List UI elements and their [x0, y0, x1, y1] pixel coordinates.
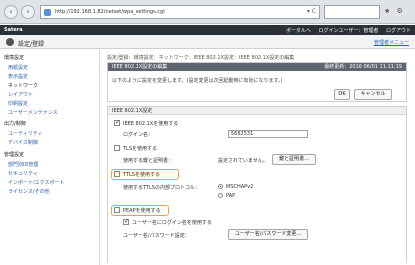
toolbar-icons[interactable]: ★ ⚙: [384, 7, 405, 15]
sidebar-item-paper[interactable]: 用紙設定: [8, 64, 28, 71]
settings-section-title: IEEE 802.1X設定: [108, 107, 406, 115]
tls-label: TLSを使用する: [123, 146, 158, 152]
edit-message: 以下のように設定を変更します。(設定変更は次回起動時に有効になります。): [112, 78, 283, 84]
edit-panel: IEEE 802.1X設定の編集 最終更新：2016 06/01 11:11:1…: [107, 62, 407, 102]
sidebar-item-utility[interactable]: ユーティリティ: [8, 130, 42, 137]
sidebar-section-preferences: 環境設定: [4, 55, 25, 61]
peap-checkbox[interactable]: [114, 207, 120, 213]
edit-panel-title: IEEE 802.1X設定の編集: [112, 64, 168, 70]
login-name-field[interactable]: 5682531: [228, 130, 308, 138]
sidebar-section-output: 出力/制御: [4, 121, 26, 127]
tls-checkbox[interactable]: [114, 145, 120, 151]
edit-panel-header: IEEE 802.1X設定の編集 最終更新：2016 06/01 11:11:1…: [108, 63, 406, 71]
sidebar-item-license[interactable]: ライセンス/その他: [8, 188, 50, 195]
ttls-protocol-label: 使用するTTLSの内部プロトコル：: [123, 185, 200, 191]
user-pass-label: ユーザー名/パスワード設定：: [123, 233, 190, 239]
login-user: ログインユーザー：管理者: [318, 28, 379, 34]
user-pass-button[interactable]: ユーザー名/パスワード変更...: [228, 229, 308, 240]
ttls-option-pap: PAP: [226, 193, 236, 199]
ttls-option-mschapv2: MSCHAPv2: [226, 184, 254, 190]
use-8021x-checkbox[interactable]: [114, 119, 120, 126]
breadcrumb: 設定/登録：環境設定：ネットワーク：IEEE 802.1X設定：IEEE 802…: [107, 55, 295, 61]
key-cert-value: 設定されていません。: [218, 158, 268, 164]
address-bar[interactable]: http://192.168.1.82/netset/wpa_settings.…: [40, 5, 320, 19]
sidebar-item-layout[interactable]: レイアウト: [8, 91, 33, 98]
settings-panel: IEEE 802.1X設定 IEEE 802.1Xを使用する ログイン名： 56…: [107, 106, 407, 263]
page-icon: [44, 9, 51, 16]
brand-logo: Satera: [4, 27, 23, 33]
edit-panel-body: 以下のように設定を変更します。(設定変更は次回起動時に有効になります。) OK …: [108, 71, 406, 101]
ttls-label: TTLSを使用する: [123, 172, 160, 178]
user-name-checkbox[interactable]: [123, 218, 129, 225]
key-cert-label: 使用する鍵と証明書：: [123, 158, 174, 164]
forward-button[interactable]: ›: [21, 5, 35, 19]
sidebar-item-network[interactable]: ネットワーク: [8, 82, 38, 89]
sidebar-item-security[interactable]: セキュリティ: [8, 170, 38, 177]
app-header: Satera ポータルへ ログインユーザー：管理者 ログアウト: [0, 25, 415, 35]
page-title: 設定/登録: [18, 41, 45, 48]
gear-icon: [6, 38, 14, 46]
use-8021x-label: IEEE 802.1Xを使用する: [123, 121, 179, 127]
address-tools[interactable]: ▾ C: [307, 8, 316, 15]
search-input[interactable]: [324, 5, 380, 19]
settings-body: IEEE 802.1Xを使用する ログイン名： 5682531 TLSを使用する…: [108, 115, 406, 263]
cancel-button[interactable]: キャンセル: [354, 89, 392, 100]
page-titlebar: 設定/登録 管理者メニュー: [0, 35, 415, 49]
sidebar-section-management: 管理設定: [4, 152, 25, 158]
admin-menu-link[interactable]: 管理者メニュー: [374, 39, 409, 46]
sidebar-item-device-control[interactable]: デバイス制御: [8, 139, 38, 146]
sidebar-item-dept-id[interactable]: 部門別ID管理: [8, 161, 38, 168]
sidebar-item-import-export[interactable]: インポート/エクスポート: [8, 179, 65, 186]
ttls-radio-pap[interactable]: [218, 193, 223, 198]
user-name-label: ユーザー名にログイン名を使用する: [132, 220, 212, 226]
sidebar-item-print[interactable]: 印刷設定: [8, 100, 28, 107]
back-button[interactable]: ‹: [4, 5, 18, 19]
key-cert-button[interactable]: 鍵と証明書...: [272, 154, 316, 165]
main-content: 設定/登録：環境設定：ネットワーク：IEEE 802.1X設定：IEEE 802…: [104, 50, 411, 265]
ttls-checkbox[interactable]: [114, 171, 120, 177]
peap-label: PEAPを使用する: [123, 208, 161, 214]
sidebar-item-display[interactable]: 表示設定: [8, 73, 28, 80]
ttls-radio-mschapv2[interactable]: [218, 184, 223, 189]
ok-button[interactable]: OK: [334, 89, 350, 100]
browser-chrome: ‹ › http://192.168.1.82/netset/wpa_setti…: [0, 0, 415, 24]
portal-link[interactable]: ポータルへ: [286, 28, 311, 34]
header-links: ポータルへ ログインユーザー：管理者 ログアウト: [280, 27, 411, 34]
address-text: http://192.168.1.82/netset/wpa_settings.…: [55, 9, 165, 15]
logout-link[interactable]: ログアウト: [386, 28, 411, 34]
last-updated: 最終更新：2016 06/01 11:11:19: [324, 64, 402, 70]
sidebar: 環境設定 用紙設定 表示設定 ネットワーク レイアウト 印刷設定 ユーザーメンテ…: [0, 50, 100, 265]
login-name-label: ログイン名：: [123, 132, 154, 138]
sidebar-item-maintenance[interactable]: ユーザーメンテナンス: [8, 109, 58, 116]
